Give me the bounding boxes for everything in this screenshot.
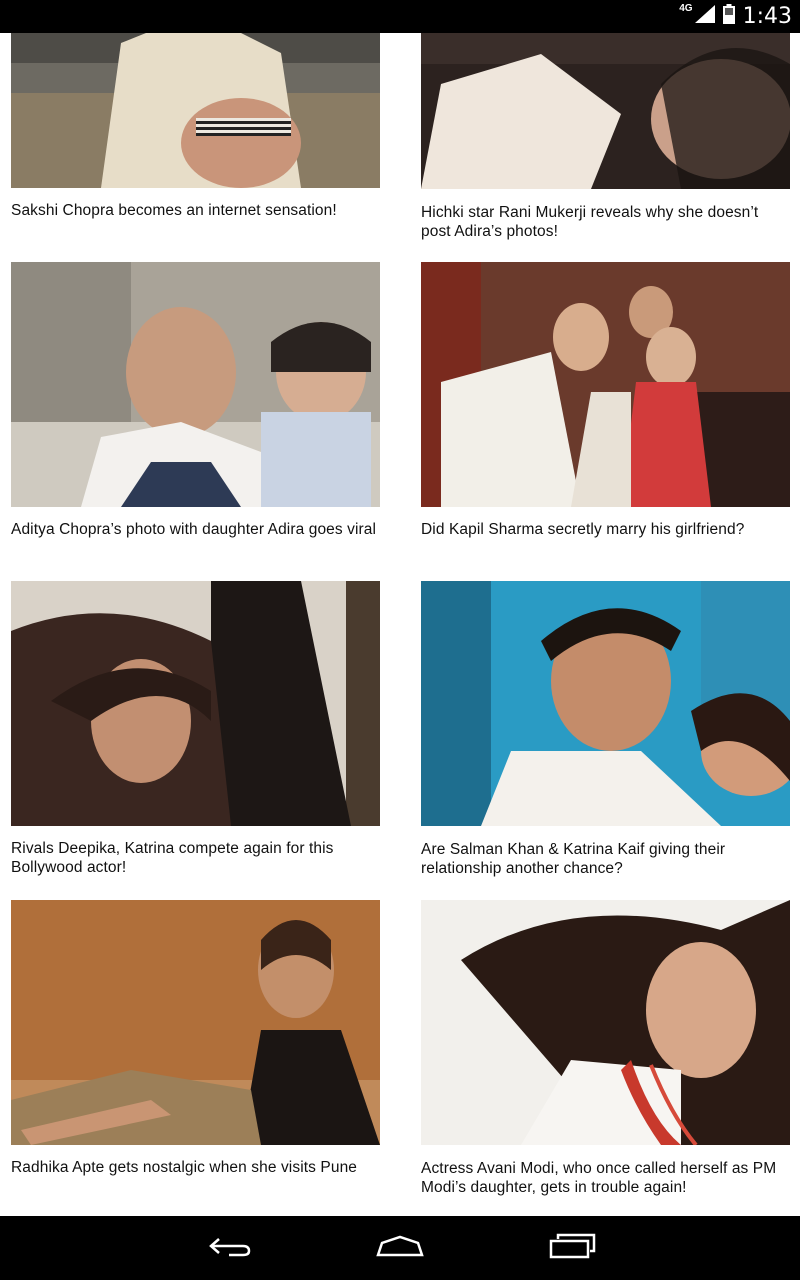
article-title[interactable]: Actress Avani Modi, who once called hers… — [421, 1159, 790, 1197]
article-thumbnail[interactable] — [11, 33, 380, 188]
article-thumbnail[interactable] — [421, 33, 790, 189]
article-title[interactable]: Are Salman Khan & Katrina Kaif giving th… — [421, 840, 790, 878]
network-type-label: 4G — [679, 3, 693, 14]
back-button[interactable] — [190, 1228, 270, 1268]
article-card[interactable]: Did Kapil Sharma secretly marry his girl… — [421, 262, 790, 562]
navigation-bar — [0, 1216, 800, 1280]
home-button[interactable] — [360, 1228, 440, 1268]
article-card[interactable]: Aditya Chopra’s photo with daughter Adir… — [11, 262, 380, 562]
status-icons: 4G 1:43 — [679, 0, 792, 33]
article-thumbnail[interactable] — [421, 262, 790, 507]
article-title[interactable]: Did Kapil Sharma secretly marry his girl… — [421, 520, 790, 539]
article-card[interactable]: Hichki star Rani Mukerji reveals why she… — [421, 33, 790, 274]
article-feed[interactable]: Sakshi Chopra becomes an internet sensat… — [0, 33, 800, 1216]
article-card[interactable]: Are Salman Khan & Katrina Kaif giving th… — [421, 581, 790, 881]
article-title[interactable]: Radhika Apte gets nostalgic when she vis… — [11, 1158, 380, 1177]
recent-apps-button[interactable] — [532, 1228, 612, 1268]
article-card[interactable]: Actress Avani Modi, who once called hers… — [421, 900, 790, 1200]
battery-icon — [722, 4, 735, 29]
home-icon — [375, 1234, 425, 1263]
article-title[interactable]: Sakshi Chopra becomes an internet sensat… — [11, 201, 380, 220]
article-thumbnail[interactable] — [11, 900, 380, 1145]
status-bar: 4G 1:43 — [0, 0, 800, 33]
article-thumbnail[interactable] — [421, 581, 790, 826]
recent-apps-icon — [548, 1233, 596, 1264]
status-clock: 1:43 — [742, 4, 792, 29]
article-card[interactable]: Sakshi Chopra becomes an internet sensat… — [11, 33, 380, 273]
signal-icon — [694, 5, 715, 28]
article-thumbnail[interactable] — [11, 262, 380, 507]
article-thumbnail[interactable] — [11, 581, 380, 826]
article-title[interactable]: Aditya Chopra’s photo with daughter Adir… — [11, 520, 380, 539]
back-icon — [207, 1234, 253, 1263]
article-title[interactable]: Rivals Deepika, Katrina compete again fo… — [11, 839, 380, 877]
article-card[interactable]: Radhika Apte gets nostalgic when she vis… — [11, 900, 380, 1200]
article-thumbnail[interactable] — [421, 900, 790, 1145]
article-title[interactable]: Hichki star Rani Mukerji reveals why she… — [421, 203, 790, 241]
article-card[interactable]: Rivals Deepika, Katrina compete again fo… — [11, 581, 380, 881]
